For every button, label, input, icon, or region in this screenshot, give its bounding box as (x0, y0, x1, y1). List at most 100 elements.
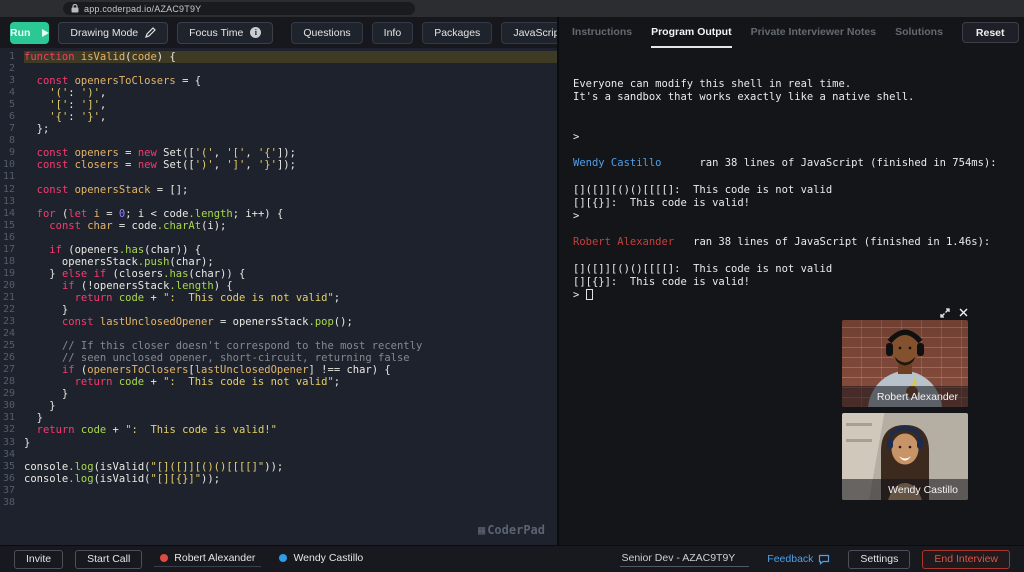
line-number: 27 (2, 364, 15, 376)
code-editor[interactable]: 1 function isValid(code) {2 3 const opener… (0, 48, 557, 545)
lock-icon (71, 4, 79, 13)
code-line[interactable]: 22 } (0, 304, 557, 316)
code-line[interactable]: 35 console.log(isValid("[]([]][()()[[[[]"… (0, 461, 557, 473)
console-line: Wendy Castillo ran 38 lines of JavaScrip… (573, 157, 997, 170)
code-line[interactable]: 29 } (0, 388, 557, 400)
editor-toolbar: Run Drawing Mode Focus Time i Questions … (0, 17, 600, 48)
code-line[interactable]: 9 const openers = new Set(['(', '[', '{'… (0, 147, 557, 159)
settings-button[interactable]: Settings (848, 549, 911, 569)
code-line[interactable]: 7 }; (0, 123, 557, 135)
expand-icon[interactable] (940, 307, 950, 318)
code-line[interactable]: 23 const lastUnclosedOpener = openersSta… (0, 316, 557, 328)
console-output[interactable]: Everyone can modify this shell in real t… (559, 48, 1024, 302)
code-line[interactable]: 17 if (openers.has(char)) { (0, 244, 557, 256)
participant-name-overlay: Robert Alexander (842, 386, 968, 407)
line-number: 6 (8, 111, 15, 123)
reset-button[interactable]: Reset (961, 22, 1019, 43)
code-line[interactable]: 27 if (openersToClosers[lastUnclosedOpen… (0, 364, 557, 376)
feedback-label: Feedback (767, 553, 814, 565)
status-bar: Invite Start Call Robert Alexander Wendy… (0, 545, 1024, 572)
code-line[interactable]: 31 } (0, 412, 557, 424)
code-line[interactable]: 1 function isValid(code) { (0, 51, 557, 64)
video-tile-robert[interactable]: Robert Alexander (842, 320, 968, 407)
line-number: 18 (2, 255, 15, 267)
code-line[interactable]: 12 const openersStack = []; (0, 184, 557, 196)
code-line[interactable]: 33} (0, 437, 557, 449)
code-line[interactable]: 26 // seen unclosed opener, short-circui… (0, 352, 557, 364)
language-label: JavaScript (513, 26, 563, 39)
code-line[interactable]: 38 (0, 497, 557, 509)
code-line[interactable]: 25 // If this closer doesn't correspond … (0, 340, 557, 352)
questions-button[interactable]: Questions (291, 21, 363, 44)
code-line[interactable]: 5 '[': ']', (0, 99, 557, 111)
code-text: } (24, 436, 31, 449)
code-text: }; (24, 123, 50, 136)
session-name[interactable]: Senior Dev - AZAC9T9Y (619, 552, 750, 567)
code-text: return code + ": This code is not valid"… (74, 376, 341, 389)
code-text: } else if (closers.has(char)) { (24, 267, 246, 280)
code-line[interactable]: 19 } else if (closers.has(char)) { (0, 268, 557, 280)
code-line[interactable]: 3 const openersToClosers = { (0, 75, 557, 87)
line-number: 5 (8, 99, 15, 111)
drawing-mode-button[interactable]: Drawing Mode (58, 21, 169, 44)
line-number: 33 (2, 436, 15, 448)
tab-program-output[interactable]: Program Output (651, 17, 732, 48)
tab-solutions[interactable]: Solutions (895, 17, 943, 48)
video-tile-wendy[interactable]: Wendy Castillo (842, 413, 968, 500)
line-number: 16 (2, 231, 15, 243)
end-interview-button[interactable]: End Interview (922, 549, 1010, 569)
chat-bubble-icon (819, 554, 830, 565)
code-line[interactable]: 37 (0, 485, 557, 497)
code-line[interactable]: 24 (0, 328, 557, 340)
code-line[interactable]: 4 '(': ')', (0, 87, 557, 99)
line-number: 32 (2, 424, 15, 436)
code-line[interactable]: 34 (0, 449, 557, 461)
code-line[interactable]: 8 (0, 135, 557, 147)
code-text: // If this closer doesn't correspond to … (61, 340, 423, 353)
code-line[interactable]: 30 } (0, 400, 557, 412)
line-number: 12 (2, 183, 15, 195)
code-line[interactable]: 11 (0, 171, 557, 183)
run-button[interactable]: Run (10, 21, 50, 44)
packages-label: Packages (434, 26, 481, 39)
invite-button[interactable]: Invite (14, 549, 64, 569)
code-line[interactable]: 15 const char = code.charAt(i); (0, 220, 557, 232)
focus-time-button[interactable]: Focus Time i (177, 21, 274, 44)
line-number: 20 (2, 279, 15, 291)
code-line[interactable]: 32 return code + ": This code is valid!" (0, 424, 557, 436)
close-icon[interactable] (959, 308, 968, 317)
code-line[interactable]: 13 (0, 196, 557, 208)
line-number: 11 (2, 171, 15, 183)
code-line[interactable]: 10 const closers = new Set([')', ']', '}… (0, 159, 557, 171)
console-line: It's a sandbox that works exactly like a… (573, 91, 915, 104)
start-call-button[interactable]: Start Call (75, 549, 143, 569)
video-call-panel: Robert Alexander Wendy Castillo (842, 307, 968, 506)
line-number: 31 (2, 412, 15, 424)
packages-button[interactable]: Packages (422, 21, 493, 44)
feedback-link[interactable]: Feedback (767, 553, 830, 565)
run-label: Run (10, 26, 31, 39)
code-line[interactable]: 16 (0, 232, 557, 244)
code-line[interactable]: 28 return code + ": This code is not val… (0, 376, 557, 388)
address-bar[interactable]: app.coderpad.io/AZAC9T9Y (63, 2, 415, 15)
tab-private-interviewer-notes[interactable]: Private Interviewer Notes (751, 17, 876, 48)
info-button[interactable]: Info (371, 21, 414, 44)
code-line[interactable]: 36 console.log(isValid("[][{}]")); (0, 473, 557, 485)
code-line[interactable]: 21 return code + ": This code is not val… (0, 292, 557, 304)
tab-instructions[interactable]: Instructions (572, 17, 632, 48)
code-line[interactable]: 14 for (let i = 0; i < code.length; i++)… (0, 208, 557, 220)
watermark-label: CoderPad (487, 523, 545, 537)
code-line[interactable]: 6 '{': '}', (0, 111, 557, 123)
code-line[interactable]: 18 openersStack.push(char); (0, 256, 557, 268)
line-number: 10 (2, 159, 15, 171)
code-line[interactable]: 20 if (!openersStack.length) { (0, 280, 557, 292)
code-line[interactable]: 2 (0, 63, 557, 75)
code-text: '{': '}', (49, 111, 107, 124)
code-text: '(': ')', (49, 87, 107, 100)
